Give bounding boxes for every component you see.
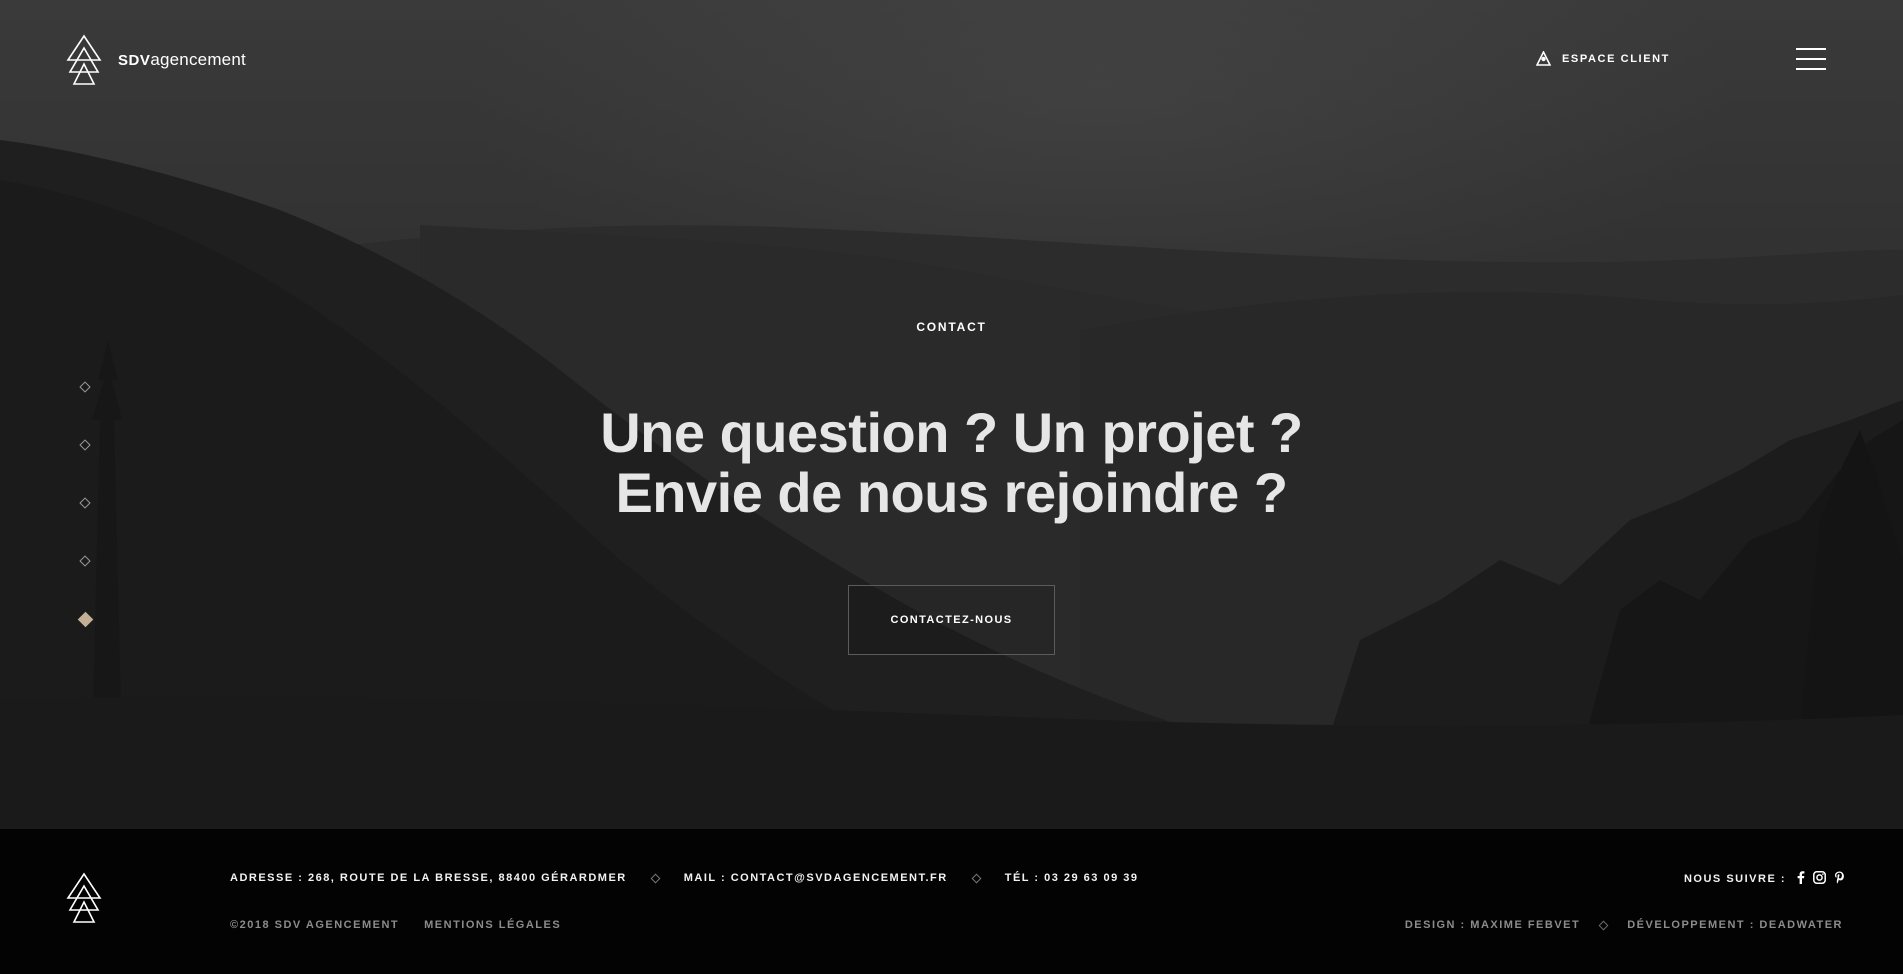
hero-headline: Une question ? Un projet ? Envie de nous… — [0, 403, 1903, 523]
contact-us-button[interactable]: CONTACTEZ-NOUS — [848, 585, 1055, 655]
pagination-dot-1[interactable] — [78, 380, 92, 394]
dev-credit-link[interactable]: DÉVELOPPEMENT : DEADWATER — [1627, 919, 1843, 931]
hamburger-menu-icon[interactable] — [1796, 48, 1826, 70]
espace-client-link[interactable]: ESPACE CLIENT — [1536, 51, 1670, 66]
logo-wordmark: SDVagencement — [118, 50, 246, 69]
footer-mail-link[interactable]: MAIL : CONTACT@SVDAGENCEMENT.FR — [684, 872, 948, 884]
headline-line-1: Une question ? Un projet ? — [600, 401, 1303, 464]
mentions-legales-link[interactable]: MENTIONS LÉGALES — [424, 919, 561, 931]
footer-copyright: ©2018 SDV AGENCEMENT — [230, 919, 400, 931]
headline-line-2: Envie de nous rejoindre ? — [615, 461, 1288, 524]
facebook-icon[interactable] — [1797, 871, 1805, 887]
diamond-separator-icon — [971, 873, 982, 883]
triangle-trees-logo-icon — [66, 34, 102, 85]
footer-logo-icon[interactable] — [64, 872, 104, 924]
follow-label: NOUS SUIVRE : — [1683, 873, 1786, 885]
section-eyebrow: CONTACT — [916, 320, 987, 334]
social-follow: NOUS SUIVRE : — [1684, 871, 1845, 887]
client-triangle-icon — [1536, 51, 1551, 66]
pagination-dot-5-active[interactable] — [77, 611, 93, 627]
footer-credits: DESIGN : MAXIME FEBVET DÉVELOPPEMENT : D… — [1405, 919, 1843, 931]
hero-section: SDVagencement ESPACE CLIENT CONTACT Une … — [0, 0, 1903, 829]
footer-legal: ©2018 SDV AGENCEMENT MENTIONS LÉGALES — [230, 919, 561, 931]
site-logo[interactable]: SDVagencement — [64, 34, 246, 86]
footer-address: ADRESSE : 268, ROUTE DE LA BRESSE, 88400… — [230, 872, 627, 884]
instagram-icon[interactable] — [1813, 871, 1826, 887]
diamond-separator-icon — [650, 873, 661, 883]
footer-phone-link[interactable]: TÉL : 03 29 63 09 39 — [1005, 872, 1139, 884]
pinterest-icon[interactable] — [1834, 871, 1845, 887]
pagination-dot-4[interactable] — [78, 554, 92, 568]
espace-client-label: ESPACE CLIENT — [1562, 52, 1670, 65]
footer-contact-info: ADRESSE : 268, ROUTE DE LA BRESSE, 88400… — [230, 872, 1138, 884]
diamond-separator-icon — [1598, 920, 1609, 930]
site-footer: ADRESSE : 268, ROUTE DE LA BRESSE, 88400… — [0, 829, 1903, 974]
design-credit-link[interactable]: DESIGN : MAXIME FEBVET — [1405, 919, 1580, 931]
